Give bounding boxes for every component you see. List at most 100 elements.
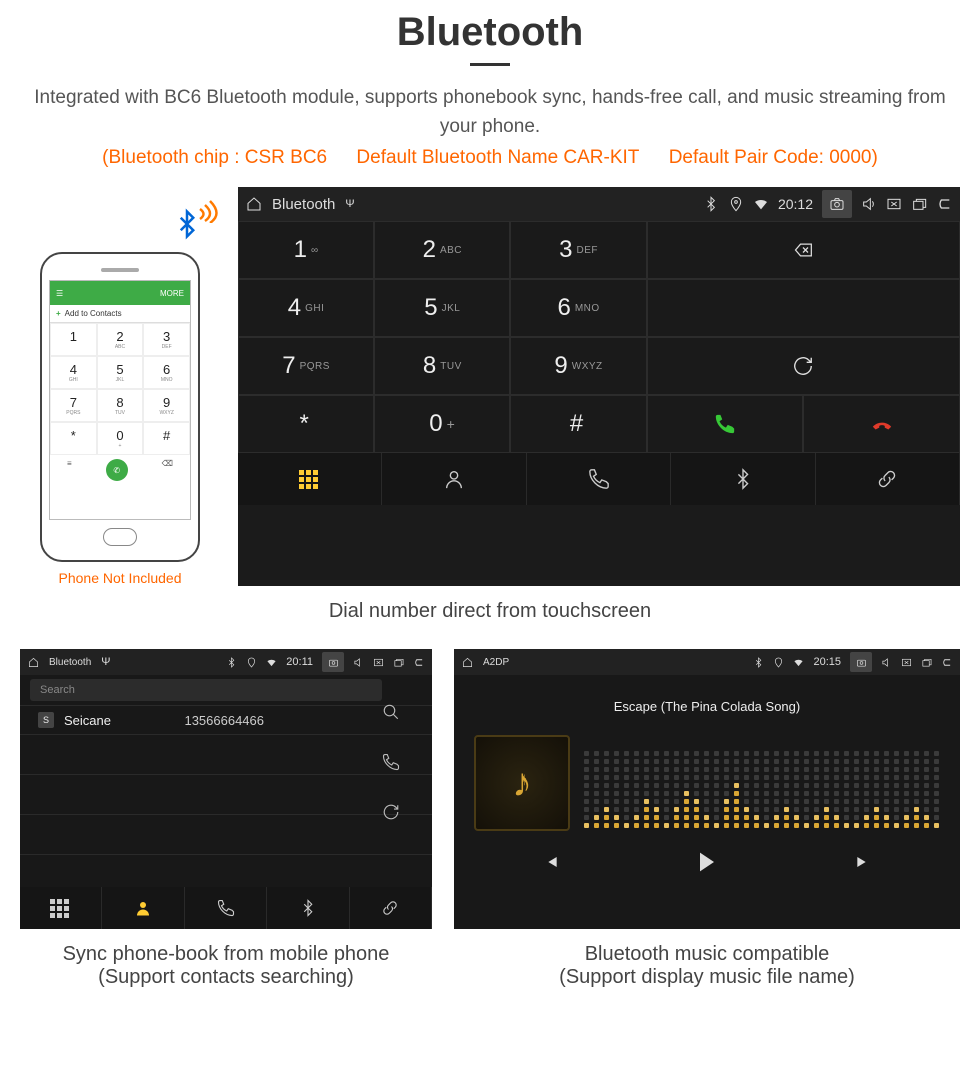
tab-contacts[interactable] <box>102 887 184 929</box>
phonebook-device: Bluetooth Ψ 20:11 <box>20 649 432 929</box>
back-icon[interactable] <box>941 657 952 668</box>
call-button[interactable] <box>647 395 804 453</box>
camera-icon[interactable] <box>822 190 852 218</box>
contact-number: 13566664466 <box>184 713 264 728</box>
key-6[interactable]: 6MNO <box>510 279 646 337</box>
key-2[interactable]: 2ABC <box>374 221 510 279</box>
phone-not-included: Phone Not Included <box>59 570 182 586</box>
phone-recents-icon[interactable]: ≡ <box>67 459 72 481</box>
key-5[interactable]: 5JKL <box>374 279 510 337</box>
tab-pair[interactable] <box>816 453 960 505</box>
next-track-button[interactable] <box>854 852 874 872</box>
key-0[interactable]: 0+ <box>374 395 510 453</box>
recent-apps-icon[interactable] <box>393 657 404 668</box>
bt-status-icon <box>226 657 237 668</box>
phone-key-2[interactable]: 2ABC <box>97 323 144 356</box>
recent-apps-icon[interactable] <box>911 196 927 212</box>
key-7[interactable]: 7PQRS <box>238 337 374 395</box>
caption-dialer: Dial number direct from touchscreen <box>20 600 960 623</box>
prev-track-button[interactable] <box>540 852 560 872</box>
phone-key-9[interactable]: 9WXYZ <box>143 389 190 422</box>
music-app-name: A2DP <box>483 657 509 668</box>
contact-name: Seicane <box>64 713 111 728</box>
phone-key-1[interactable]: 1 <box>50 323 97 356</box>
tab-bluetooth[interactable] <box>671 453 815 505</box>
subtitle: Integrated with BC6 Bluetooth module, su… <box>20 84 960 141</box>
tab-bluetooth[interactable] <box>267 887 349 929</box>
phone-key-#[interactable]: # <box>143 422 190 455</box>
volume-icon[interactable] <box>881 657 892 668</box>
camera-icon[interactable] <box>850 652 872 672</box>
key-9[interactable]: 9WXYZ <box>510 337 646 395</box>
app-name: Bluetooth <box>272 196 335 213</box>
play-pause-button[interactable] <box>693 848 721 876</box>
phone-call-button[interactable]: ✆ <box>106 459 128 481</box>
tab-recent-calls[interactable] <box>527 453 671 505</box>
tab-recent-calls[interactable] <box>185 887 267 929</box>
bt-overlay-icon: ᚼ <box>521 773 528 787</box>
search-icon[interactable] <box>382 703 400 721</box>
bt-status-icon <box>753 657 764 668</box>
back-icon[interactable] <box>413 657 424 668</box>
contact-row[interactable]: S Seicane 13566664466 <box>20 706 432 735</box>
tab-contacts[interactable] <box>382 453 526 505</box>
tab-dialpad[interactable] <box>20 887 102 929</box>
location-icon <box>246 657 257 668</box>
key-1[interactable]: 1∞ <box>238 221 374 279</box>
page-title: Bluetooth <box>20 10 960 55</box>
key-4[interactable]: 4GHI <box>238 279 374 337</box>
highlight-info: (Bluetooth chip : CSR BC6 Default Blueto… <box>20 147 960 169</box>
home-icon[interactable] <box>246 196 262 212</box>
empty-cell <box>647 279 960 337</box>
equalizer <box>584 738 940 828</box>
home-icon[interactable] <box>462 657 473 668</box>
music-status-bar: A2DP 20:15 <box>454 649 960 675</box>
wifi-icon <box>266 657 277 668</box>
pb-app-name: Bluetooth <box>49 657 91 668</box>
btname-info: Default Bluetooth Name CAR-KIT <box>356 147 639 168</box>
tab-pair[interactable] <box>350 887 432 929</box>
phone-key-4[interactable]: 4GHI <box>50 356 97 389</box>
wifi-icon <box>793 657 804 668</box>
back-icon[interactable] <box>936 196 952 212</box>
key-3[interactable]: 3DEF <box>510 221 646 279</box>
location-icon <box>728 196 744 212</box>
album-art: ♪ᚼ <box>474 735 570 831</box>
bt-status-icon <box>703 196 719 212</box>
phone-key-6[interactable]: 6MNO <box>143 356 190 389</box>
phone-topbar: ☰MORE <box>50 281 190 305</box>
redial-button[interactable] <box>647 337 960 395</box>
hangup-button[interactable] <box>803 395 960 453</box>
volume-icon[interactable] <box>353 657 364 668</box>
paircode-info: Default Pair Code: 0000) <box>669 147 878 168</box>
recent-apps-icon[interactable] <box>921 657 932 668</box>
wifi-icon <box>753 196 769 212</box>
key-#[interactable]: # <box>510 395 646 453</box>
phone-key-3[interactable]: 3DEF <box>143 323 190 356</box>
phone-key-*[interactable]: * <box>50 422 97 455</box>
location-icon <box>773 657 784 668</box>
phone-key-5[interactable]: 5JKL <box>97 356 144 389</box>
call-icon[interactable] <box>382 753 400 771</box>
key-*[interactable]: * <box>238 395 374 453</box>
home-icon[interactable] <box>28 657 39 668</box>
phone-key-8[interactable]: 8TUV <box>97 389 144 422</box>
caption-music: Bluetooth music compatible (Support disp… <box>454 943 960 989</box>
usb-icon: Ψ <box>345 198 354 210</box>
close-window-icon[interactable] <box>886 196 902 212</box>
close-window-icon[interactable] <box>901 657 912 668</box>
volume-icon[interactable] <box>861 196 877 212</box>
tab-dialpad[interactable] <box>238 453 382 505</box>
camera-icon[interactable] <box>322 652 344 672</box>
key-8[interactable]: 8TUV <box>374 337 510 395</box>
phone-backspace-icon[interactable]: ⌫ <box>162 459 173 481</box>
pb-clock: 20:11 <box>286 656 313 668</box>
phone-key-0[interactable]: 0+ <box>97 422 144 455</box>
add-contact-row[interactable]: +Add to Contacts <box>50 305 190 323</box>
phone-key-7[interactable]: 7PQRS <box>50 389 97 422</box>
refresh-icon[interactable] <box>382 803 400 821</box>
backspace-button[interactable] <box>647 221 960 279</box>
search-input[interactable]: Search <box>30 679 382 701</box>
music-clock: 20:15 <box>813 656 841 668</box>
close-window-icon[interactable] <box>373 657 384 668</box>
